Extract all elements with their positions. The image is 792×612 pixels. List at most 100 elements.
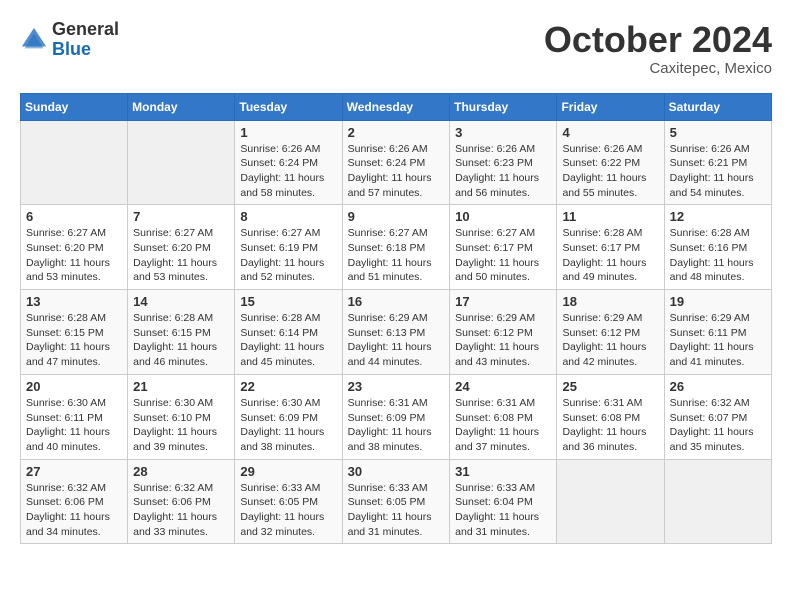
day-info: Sunrise: 6:32 AM Sunset: 6:06 PM Dayligh… [26, 481, 122, 540]
day-number: 19 [670, 294, 766, 309]
day-number: 28 [133, 464, 229, 479]
day-number: 16 [348, 294, 445, 309]
day-number: 3 [455, 125, 551, 140]
day-info: Sunrise: 6:27 AM Sunset: 6:17 PM Dayligh… [455, 226, 551, 285]
calendar-cell: 12 Sunrise: 6:28 AM Sunset: 6:16 PM Dayli… [664, 205, 771, 290]
day-number: 6 [26, 209, 122, 224]
calendar-cell: 18 Sunrise: 6:29 AM Sunset: 6:12 PM Dayli… [557, 290, 664, 375]
day-number: 8 [240, 209, 336, 224]
day-info: Sunrise: 6:28 AM Sunset: 6:15 PM Dayligh… [133, 311, 229, 370]
calendar-cell: 8Sunrise: 6:27 AM Sunset: 6:19 PM Daylig… [235, 205, 342, 290]
location: Caxitepec, Mexico [544, 60, 772, 77]
calendar-cell: 31Sunrise: 6:33 AM Sunset: 6:04 PM Dayli… [450, 459, 557, 544]
calendar-cell: 21 Sunrise: 6:30 AM Sunset: 6:10 PM Dayli… [128, 374, 235, 459]
day-info: Sunrise: 6:32 AM Sunset: 6:06 PM Dayligh… [133, 481, 229, 540]
day-info: Sunrise: 6:28 AM Sunset: 6:17 PM Dayligh… [562, 226, 658, 285]
day-info: Sunrise: 6:33 AM Sunset: 6:05 PM Dayligh… [348, 481, 445, 540]
day-info: Sunrise: 6:32 AM Sunset: 6:07 PM Dayligh… [670, 396, 766, 455]
header-sunday: Sunday [21, 93, 128, 120]
header-thursday: Thursday [450, 93, 557, 120]
day-info: Sunrise: 6:30 AM Sunset: 6:10 PM Dayligh… [133, 396, 229, 455]
day-info: Sunrise: 6:29 AM Sunset: 6:12 PM Dayligh… [562, 311, 658, 370]
day-info: Sunrise: 6:31 AM Sunset: 6:08 PM Dayligh… [562, 396, 658, 455]
calendar-cell: 13Sunrise: 6:28 AM Sunset: 6:15 PM Dayli… [21, 290, 128, 375]
day-info: Sunrise: 6:33 AM Sunset: 6:05 PM Dayligh… [240, 481, 336, 540]
day-info: Sunrise: 6:29 AM Sunset: 6:12 PM Dayligh… [455, 311, 551, 370]
page-header: General Blue October 2024 Caxitepec, Mex… [20, 20, 772, 77]
calendar-cell: 20 Sunrise: 6:30 AM Sunset: 6:11 PM Dayli… [21, 374, 128, 459]
day-info: Sunrise: 6:26 AM Sunset: 6:24 PM Dayligh… [348, 142, 445, 201]
header-saturday: Saturday [664, 93, 771, 120]
day-number: 24 [455, 379, 551, 394]
calendar-cell [128, 120, 235, 205]
day-number: 30 [348, 464, 445, 479]
calendar-week-1: 1 Sunrise: 6:26 AM Sunset: 6:24 PM Daylig… [21, 120, 772, 205]
day-info: Sunrise: 6:33 AM Sunset: 6:04 PM Dayligh… [455, 481, 551, 540]
logo-general: General [52, 20, 119, 40]
calendar-week-2: 6 Sunrise: 6:27 AM Sunset: 6:20 PM Daylig… [21, 205, 772, 290]
calendar-cell: 4Sunrise: 6:26 AM Sunset: 6:22 PM Daylig… [557, 120, 664, 205]
day-number: 17 [455, 294, 551, 309]
logo: General Blue [20, 20, 119, 60]
calendar-cell: 10 Sunrise: 6:27 AM Sunset: 6:17 PM Dayli… [450, 205, 557, 290]
calendar-cell: 2Sunrise: 6:26 AM Sunset: 6:24 PM Daylig… [342, 120, 450, 205]
day-info: Sunrise: 6:31 AM Sunset: 6:08 PM Dayligh… [455, 396, 551, 455]
day-number: 21 [133, 379, 229, 394]
day-number: 15 [240, 294, 336, 309]
calendar-cell: 23Sunrise: 6:31 AM Sunset: 6:09 PM Dayli… [342, 374, 450, 459]
day-info: Sunrise: 6:30 AM Sunset: 6:09 PM Dayligh… [240, 396, 336, 455]
header-friday: Friday [557, 93, 664, 120]
month-title: October 2024 [544, 20, 772, 60]
day-number: 12 [670, 209, 766, 224]
day-info: Sunrise: 6:27 AM Sunset: 6:18 PM Dayligh… [348, 226, 445, 285]
calendar-cell: 7 Sunrise: 6:27 AM Sunset: 6:20 PM Daylig… [128, 205, 235, 290]
calendar-cell: 1Sunrise: 6:26 AM Sunset: 6:24 PM Daylig… [235, 120, 342, 205]
calendar-cell: 27 Sunrise: 6:32 AM Sunset: 6:06 PM Dayli… [21, 459, 128, 544]
calendar-cell: 29 Sunrise: 6:33 AM Sunset: 6:05 PM Dayli… [235, 459, 342, 544]
calendar-cell: 28 Sunrise: 6:32 AM Sunset: 6:06 PM Dayli… [128, 459, 235, 544]
day-number: 4 [562, 125, 658, 140]
day-number: 11 [562, 209, 658, 224]
calendar-cell [21, 120, 128, 205]
calendar-cell: 9 Sunrise: 6:27 AM Sunset: 6:18 PM Daylig… [342, 205, 450, 290]
day-info: Sunrise: 6:28 AM Sunset: 6:15 PM Dayligh… [26, 311, 122, 370]
day-number: 23 [348, 379, 445, 394]
logo-text: General Blue [52, 20, 119, 60]
day-info: Sunrise: 6:26 AM Sunset: 6:21 PM Dayligh… [670, 142, 766, 201]
day-number: 9 [348, 209, 445, 224]
day-number: 25 [562, 379, 658, 394]
day-number: 5 [670, 125, 766, 140]
day-number: 18 [562, 294, 658, 309]
day-number: 22 [240, 379, 336, 394]
day-info: Sunrise: 6:30 AM Sunset: 6:11 PM Dayligh… [26, 396, 122, 455]
day-number: 10 [455, 209, 551, 224]
day-number: 14 [133, 294, 229, 309]
day-number: 1 [240, 125, 336, 140]
calendar-cell [557, 459, 664, 544]
calendar-cell: 30 Sunrise: 6:33 AM Sunset: 6:05 PM Dayli… [342, 459, 450, 544]
header-tuesday: Tuesday [235, 93, 342, 120]
logo-icon [20, 26, 48, 54]
day-info: Sunrise: 6:28 AM Sunset: 6:16 PM Dayligh… [670, 226, 766, 285]
calendar-cell: 19Sunrise: 6:29 AM Sunset: 6:11 PM Dayli… [664, 290, 771, 375]
day-info: Sunrise: 6:29 AM Sunset: 6:13 PM Dayligh… [348, 311, 445, 370]
day-number: 7 [133, 209, 229, 224]
day-number: 20 [26, 379, 122, 394]
calendar-header-row: SundayMondayTuesdayWednesdayThursdayFrid… [21, 93, 772, 120]
calendar-cell: 25 Sunrise: 6:31 AM Sunset: 6:08 PM Dayli… [557, 374, 664, 459]
day-number: 27 [26, 464, 122, 479]
calendar-week-5: 27 Sunrise: 6:32 AM Sunset: 6:06 PM Dayli… [21, 459, 772, 544]
day-info: Sunrise: 6:26 AM Sunset: 6:23 PM Dayligh… [455, 142, 551, 201]
calendar-body: 1 Sunrise: 6:26 AM Sunset: 6:24 PM Daylig… [21, 120, 772, 544]
calendar-cell: 5 Sunrise: 6:26 AM Sunset: 6:21 PM Daylig… [664, 120, 771, 205]
calendar-cell: 17 Sunrise: 6:29 AM Sunset: 6:12 PM Dayli… [450, 290, 557, 375]
calendar-cell: 26 Sunrise: 6:32 AM Sunset: 6:07 PM Dayli… [664, 374, 771, 459]
day-info: Sunrise: 6:27 AM Sunset: 6:20 PM Dayligh… [133, 226, 229, 285]
day-info: Sunrise: 6:28 AM Sunset: 6:14 PM Dayligh… [240, 311, 336, 370]
logo-blue: Blue [52, 40, 119, 60]
calendar-table: SundayMondayTuesdayWednesdayThursdayFrid… [20, 93, 772, 545]
title-block: October 2024 Caxitepec, Mexico [544, 20, 772, 77]
day-number: 26 [670, 379, 766, 394]
calendar-cell: 15 Sunrise: 6:28 AM Sunset: 6:14 PM Dayli… [235, 290, 342, 375]
day-number: 29 [240, 464, 336, 479]
